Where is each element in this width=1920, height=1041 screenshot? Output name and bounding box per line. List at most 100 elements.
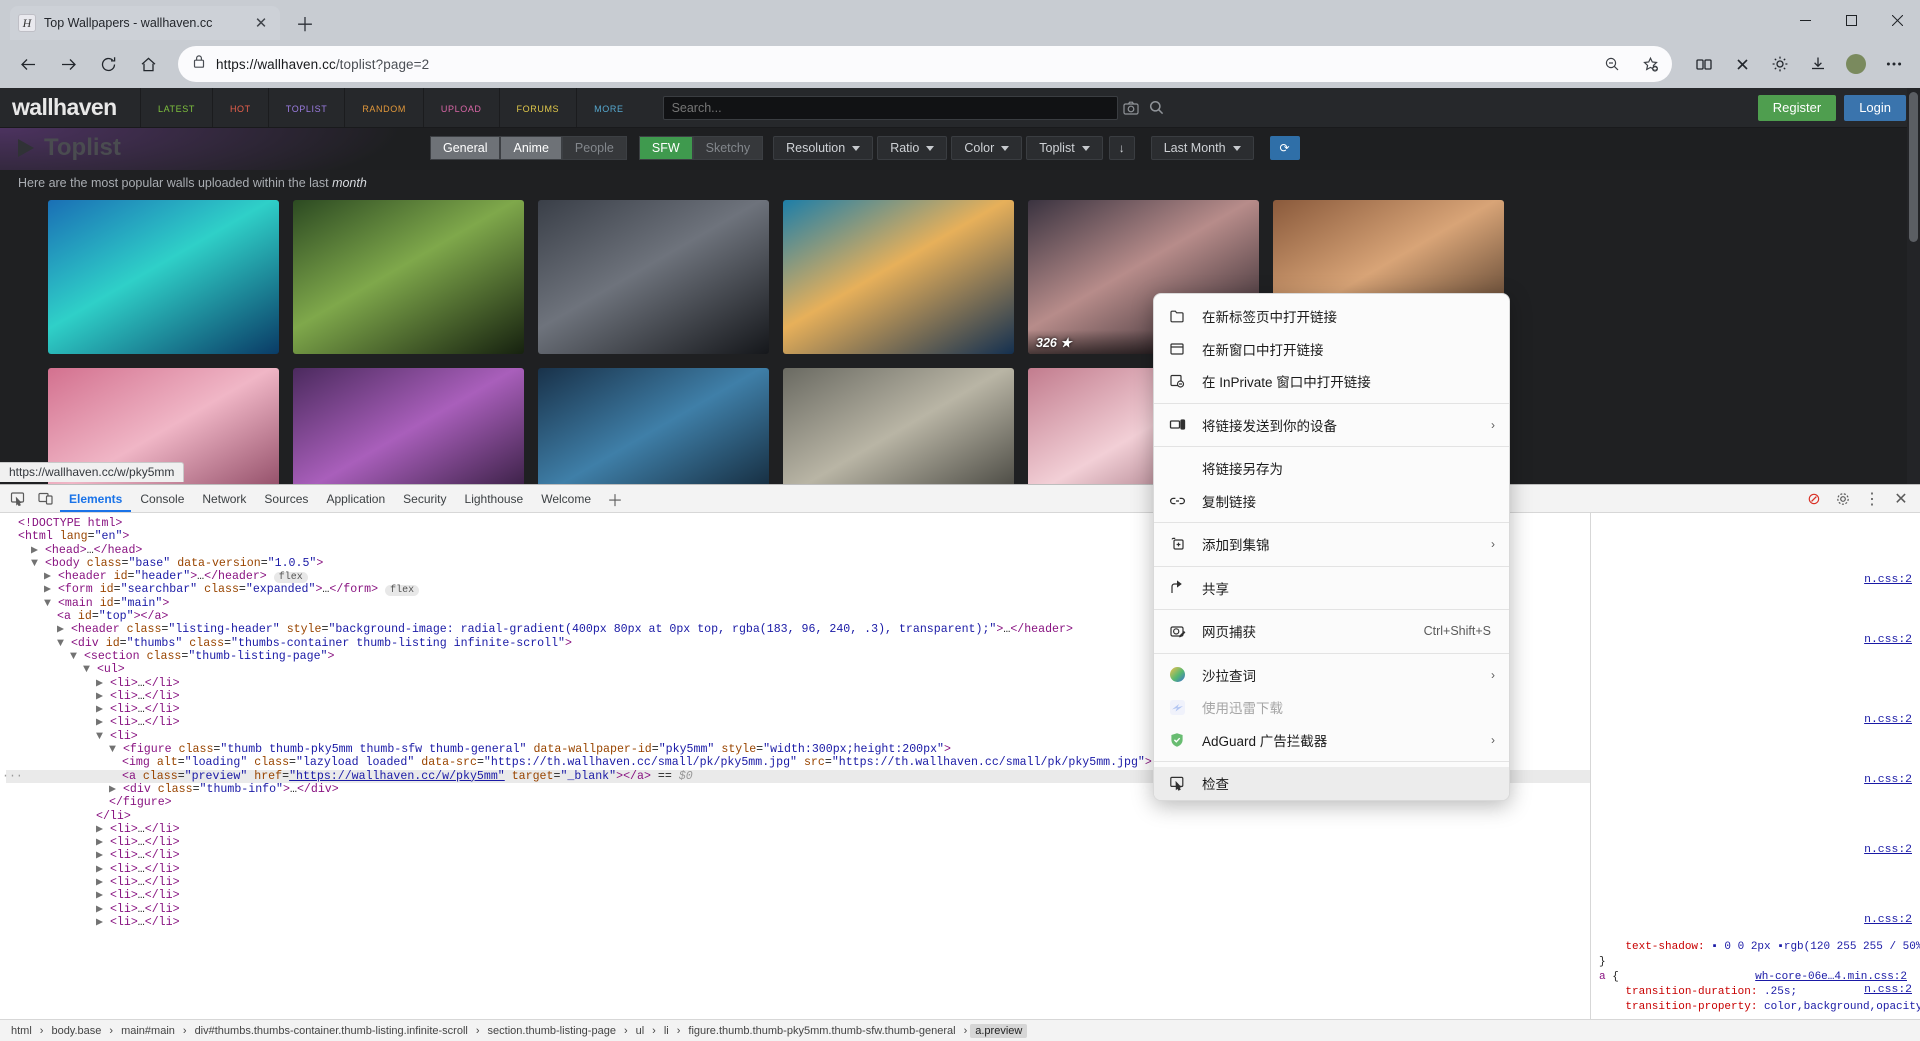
filter-general[interactable]: General [430, 136, 501, 160]
dom-line[interactable]: ▶ <li>…</li> [6, 823, 1590, 836]
settings-gear-icon[interactable] [1830, 487, 1856, 511]
breadcrumb-item[interactable]: main#main [116, 1024, 180, 1038]
style-source-link[interactable]: n.css:2 [1864, 844, 1912, 856]
breadcrumb-item[interactable]: body.base [46, 1024, 106, 1038]
sort-descending-icon[interactable]: ↓ [1108, 136, 1135, 160]
dom-line[interactable]: ▶ <li>…</li> [6, 889, 1590, 902]
devtools-tab-application[interactable]: Application [317, 485, 394, 512]
context-menu[interactable]: 在新标签页中打开链接 在新窗口中打开链接在 InPrivate 窗口中打开链接 将链… [1153, 293, 1510, 801]
dom-line[interactable]: ▶ <li>…</li> [6, 876, 1590, 889]
devtools-tab-welcome[interactable]: Welcome [532, 485, 600, 512]
devtools-tab-network[interactable]: Network [193, 485, 255, 512]
nav-item-toplist[interactable]: Toplist [267, 88, 345, 127]
style-source-link[interactable]: n.css:2 [1864, 914, 1912, 926]
more-vertical-icon[interactable]: ⋮ [1859, 487, 1885, 511]
plus-icon[interactable]: ＋ [602, 487, 628, 511]
breadcrumb-item[interactable]: section.thumb-listing-page [483, 1024, 621, 1038]
select-resolution[interactable]: Resolution [773, 136, 874, 160]
thumbnail[interactable] [783, 368, 1014, 496]
back-arrow-icon[interactable] [8, 44, 48, 84]
nav-item-latest[interactable]: Latest [140, 88, 212, 127]
thumbnail[interactable] [293, 200, 524, 354]
styles-pane[interactable]: n.css:2 n.css:2 n.css:2 n.css:2 n.css:2 n.css… [1590, 513, 1920, 1019]
style-source-link[interactable]: n.css:2 [1864, 774, 1912, 786]
scrollbar-thumb[interactable] [1909, 92, 1918, 242]
page-scrollbar[interactable] [1907, 88, 1920, 496]
select-toplist[interactable]: Toplist [1026, 136, 1103, 160]
close-icon[interactable] [1874, 0, 1920, 40]
dom-line[interactable]: </li> [6, 810, 1590, 823]
extension-x-icon[interactable] [1724, 46, 1760, 82]
search-input[interactable] [669, 99, 1111, 116]
dom-line[interactable]: ▶ <li>…</li> [6, 903, 1590, 916]
devtools-tab-elements[interactable]: Elements [60, 485, 131, 512]
filter-anime[interactable]: Anime [500, 136, 562, 160]
style-source-link[interactable]: n.css:2 [1864, 574, 1912, 586]
devtools-tab-sources[interactable]: Sources [255, 485, 317, 512]
filter-sketchy[interactable]: Sketchy [692, 136, 764, 160]
settings-more-icon[interactable] [1876, 46, 1912, 82]
search-box[interactable] [662, 95, 1118, 120]
zoom-out-icon[interactable] [1598, 50, 1626, 78]
dom-line[interactable]: ▶ <li>…</li> [6, 849, 1590, 862]
menu-item-share-icon[interactable]: 共享 [1154, 572, 1509, 605]
downloads-icon[interactable] [1800, 46, 1836, 82]
site-logo[interactable]: wallhaven [0, 88, 140, 127]
camera-icon[interactable] [1118, 101, 1144, 115]
nav-item-random[interactable]: Random [344, 88, 423, 127]
devtools-tab-security[interactable]: Security [394, 485, 455, 512]
breadcrumb-item[interactable]: html [6, 1024, 37, 1038]
nav-item-upload[interactable]: Upload [422, 88, 499, 127]
thumbnail[interactable] [293, 368, 524, 496]
thumbnail[interactable] [783, 200, 1014, 354]
menu-item-new-window-icon[interactable]: 在新窗口中打开链接 [1154, 333, 1509, 366]
devtools-tab-console[interactable]: Console [131, 485, 193, 512]
add-favorite-star-icon[interactable] [1636, 50, 1664, 78]
breadcrumb-item[interactable]: ul [631, 1024, 650, 1038]
menu-item-plain[interactable]: 将链接另存为 [1154, 452, 1509, 485]
menu-item-adguard-shield-icon[interactable]: AdGuard 广告拦截器 › [1154, 724, 1509, 757]
range-select[interactable]: Last Month [1150, 136, 1254, 160]
plus-icon[interactable]: ＋ [290, 8, 320, 38]
breadcrumb-item[interactable]: a.preview [970, 1023, 1028, 1038]
address-bar[interactable]: https://wallhaven.cc/toplist?page=2 [178, 46, 1672, 82]
nav-item-forums[interactable]: Forums [498, 88, 577, 127]
style-source-link[interactable]: wh-core-06e…4.min.css:2 [1755, 970, 1920, 985]
register-button[interactable]: Register [1757, 94, 1837, 121]
nav-item-hot[interactable]: Hot [211, 88, 268, 127]
collections-icon[interactable] [1686, 46, 1722, 82]
breadcrumb-item[interactable]: div#thumbs.thumbs-container.thumb-listin… [190, 1024, 473, 1038]
menu-item-inspect-icon[interactable]: 检查 [1154, 767, 1509, 800]
menu-item-collections-add-icon[interactable]: 添加到集锦 › [1154, 528, 1509, 561]
select-ratio[interactable]: Ratio [877, 136, 948, 160]
menu-item-inprivate-icon[interactable]: 在 InPrivate 窗口中打开链接 [1154, 365, 1509, 398]
nav-item-more[interactable]: More [576, 88, 640, 127]
menu-item-new-tab-icon[interactable]: 在新标签页中打开链接 [1154, 300, 1509, 333]
style-source-link[interactable]: n.css:2 [1864, 714, 1912, 726]
forward-arrow-icon[interactable] [48, 44, 88, 84]
devtools-tab-lighthouse[interactable]: Lighthouse [456, 485, 533, 512]
filter-people[interactable]: People [561, 136, 627, 160]
dom-line[interactable]: ▶ <li>…</li> [6, 863, 1590, 876]
inspect-element-icon[interactable] [4, 487, 30, 511]
close-icon[interactable]: ✕ [1888, 487, 1914, 511]
breadcrumb-item[interactable]: figure.thumb.thumb-pky5mm.thumb-sfw.thum… [683, 1024, 960, 1038]
home-icon[interactable] [128, 44, 168, 84]
breadcrumb-item[interactable]: li [659, 1024, 674, 1038]
thumbnail[interactable] [538, 200, 769, 354]
thumbnail[interactable] [538, 368, 769, 496]
minimize-icon[interactable] [1782, 0, 1828, 40]
extensions-puzzle-icon[interactable] [1762, 46, 1798, 82]
device-toolbar-icon[interactable] [32, 487, 58, 511]
login-button[interactable]: Login [1844, 94, 1906, 121]
thumbnail[interactable] [48, 200, 279, 354]
style-source-link[interactable]: n.css:2 [1864, 634, 1912, 646]
menu-item-web-capture-icon[interactable]: 网页捕获 Ctrl+Shift+S [1154, 615, 1509, 648]
refresh-icon[interactable]: ⟳ [1269, 136, 1300, 160]
profile-avatar-icon[interactable] [1838, 46, 1874, 82]
filter-sfw[interactable]: SFW [638, 136, 693, 160]
menu-item-send-to-device-icon[interactable]: 将链接发送到你的设备 › [1154, 409, 1509, 442]
close-icon[interactable]: ✕ [250, 12, 272, 34]
select-color[interactable]: Color [951, 136, 1023, 160]
reload-icon[interactable] [88, 44, 128, 84]
